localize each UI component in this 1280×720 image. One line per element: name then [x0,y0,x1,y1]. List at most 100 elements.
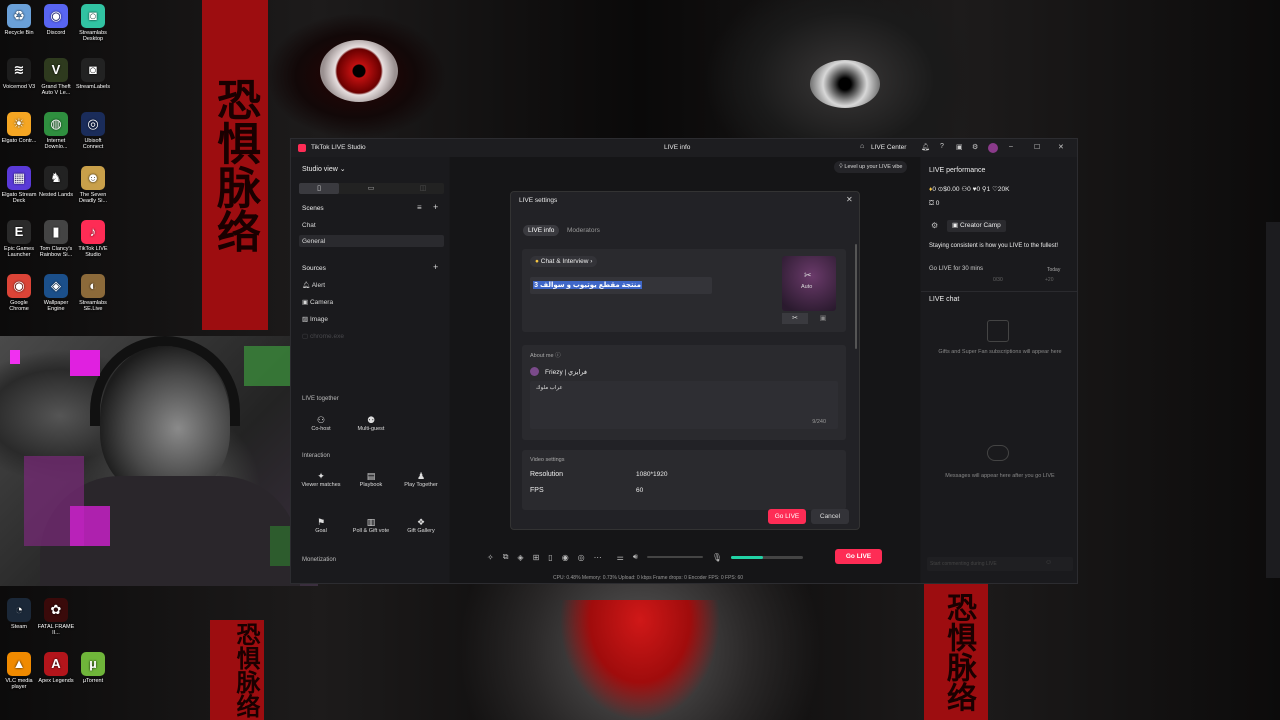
dialog-scrollbar[interactable] [855,244,857,349]
desktop-icon[interactable]: E Epic Games Launcher [0,220,38,259]
scene-item-general[interactable]: General [302,238,325,245]
level-up-chip[interactable]: 💡︎ Level up your LIVE vibe [834,161,908,173]
desktop-icon[interactable]: A Apex Legends [37,652,75,684]
source-item-chrome[interactable]: ▢ chrome.exe [302,332,344,340]
speaker-icon[interactable]: 🔊︎ [633,552,638,562]
add-media-icon[interactable]: ⊞ [533,553,540,562]
add-scene-icon[interactable]: + [433,202,438,212]
cover-edit-button[interactable]: ✂ [782,313,808,324]
add-source-icon[interactable]: + [433,262,438,272]
phone-icon[interactable]: ▯ [548,553,552,562]
portrait-view-button[interactable]: ▯ [299,183,339,194]
microphone-icon[interactable]: 🎙︎ [712,553,722,562]
enhance-icon[interactable]: ◈ [517,553,523,562]
desktop-icon[interactable]: ♪ TikTok LIVE Studio [74,220,112,259]
source-item-alert[interactable]: 🔔︎ Alert [302,281,325,289]
play-together-button[interactable]: ♟ Play Together [401,471,441,488]
desktop-icon[interactable]: ◈ Wallpaper Engine [37,274,75,313]
camera-toggle-icon[interactable]: ◎ [578,553,585,562]
gift-gallery-button[interactable]: ❖ Gift Gallery [401,517,441,534]
resolution-value[interactable]: 1080*1920 [636,471,667,478]
viewers-value: 0 [967,186,971,193]
scenes-list-icon[interactable]: ≡ [417,203,422,212]
help-icon[interactable]: ? [940,143,944,150]
title-bar[interactable]: TikTok LIVE Studio LIVE info ⌂ LIVE Cent… [291,139,1077,157]
stream-deck-icon: ▦ [7,166,31,190]
tab-live-info[interactable]: LIVE info [523,225,560,236]
cover-image-button[interactable]: ▣ [810,313,836,324]
viewer-matches-button[interactable]: ✦ Viewer matches [301,471,341,488]
magic-wand-icon[interactable]: ✧ [487,553,494,562]
dual-view-button[interactable]: ◫ [403,183,443,194]
live-performance-title: LIVE performance [929,167,986,174]
live-center-icon[interactable]: ⌂ [860,143,864,150]
studio-view-dropdown[interactable]: Studio view ⌄ [302,165,346,173]
playbook-button[interactable]: ▤ Playbook [351,471,391,488]
notification-bell-icon[interactable]: 🔔︎ [921,143,930,151]
desktop-icon[interactable]: µ µTorrent [74,652,112,684]
desktop-icon[interactable]: ◔ Steam [0,598,38,630]
main-go-live-button[interactable]: Go LIVE [835,549,882,564]
poll-gift-vote-button[interactable]: ▥ Poll & Gift vote [351,517,391,534]
mic-level-meter[interactable] [731,555,804,559]
cover-image[interactable]: ✂ Auto [782,256,836,311]
desktop-icon[interactable]: ▮ Tom Clancy's Rainbow Si... [37,220,75,259]
title-input[interactable]: منتجة مقطع يوتيوب و سوالف 3 [530,277,712,294]
tab-moderators[interactable]: Moderators [567,225,600,236]
emoji-icon[interactable]: ☺ [1045,559,1052,566]
gift-icon[interactable]: ▣ [956,143,963,151]
source-item-image[interactable]: ▨ Image [302,315,328,323]
more-options-icon[interactable]: ⋯ [594,553,602,562]
live-center-link[interactable]: LIVE Center [871,144,906,151]
desktop-icon-label: The Seven Deadly Si... [78,192,108,205]
avatar[interactable] [988,143,998,153]
effects-icon[interactable]: ⧉ [503,552,509,562]
audio-mixer-icon[interactable]: ⚌ [617,553,624,562]
maximize-icon[interactable]: ☐ [1034,143,1040,151]
desktop-icon[interactable]: ≋ Voicemod V3 [0,58,38,90]
chat-input[interactable]: Start commenting during LIVE ☺ [927,557,1073,571]
desktop-icon[interactable]: V Grand Theft Auto V Le... [37,58,75,97]
desktop-icon[interactable]: ◉ Google Chrome [0,274,38,313]
webcam-glitch-1 [70,350,100,376]
scene-item-chat[interactable]: Chat [302,222,316,229]
dialog-cancel-button[interactable]: Cancel [811,509,849,524]
desktop-icon[interactable]: ◐ Streamlabs SE.Live [74,274,112,313]
desktop-icon[interactable]: ◉ Discord [37,4,75,36]
tiktok-live-studio-icon: ♪ [81,220,105,244]
desktop-icon[interactable]: ◎ Ubisoft Connect [74,112,112,151]
desktop-icon[interactable]: ☻ The Seven Deadly Si... [74,166,112,205]
desktop-icon[interactable]: ✿ FATAL FRAME II... [37,598,75,637]
minimize-icon[interactable]: – [1009,143,1013,150]
creator-tools-icon[interactable]: ⚙ [931,221,938,230]
desktop-icon-label: VLC media player [5,678,33,691]
desktop-icon[interactable]: ▲ VLC media player [0,652,38,691]
settings-gear-icon[interactable]: ⚙ [972,143,978,151]
speaker-volume-slider[interactable] [646,556,703,558]
desktop-icon[interactable]: ♞ Nested Lands [37,166,75,198]
desktop-icon[interactable]: ◙ Streamlabs Desktop [74,4,112,43]
dialog-go-live-button[interactable]: Go LIVE [768,509,806,524]
about-input[interactable]: عراب ملوك 9/240 [530,381,838,429]
interaction-header: Interaction [302,453,331,459]
record-icon[interactable]: ◉ [562,553,569,562]
fps-value[interactable]: 60 [636,487,643,494]
desktop-icon[interactable]: ▦ Elgato Stream Deck [0,166,38,205]
about-label: About me ⓘ [530,351,561,359]
co-host-button[interactable]: ⚇ Co-host [301,415,341,432]
landscape-view-button[interactable]: ▭ [351,183,391,194]
chevron-down-icon: ⌄ [339,166,346,173]
webcam-overlay [0,336,318,586]
close-window-icon[interactable]: ✕ [1058,143,1064,151]
dialog-close-icon[interactable]: ✕ [846,195,853,204]
topic-chip[interactable]: ● Chat & Interview › [530,256,598,267]
desktop-icon[interactable]: ☀ Elgato Contr... [0,112,38,144]
desktop-icon[interactable]: ◙ StreamLabels [74,58,112,90]
desktop-icon-label: Grand Theft Auto V Le... [41,84,71,97]
desktop-icon[interactable]: ◍ Internet Downlo... [37,112,75,151]
goal-button[interactable]: ⚑ Goal [301,517,341,534]
source-item-camera[interactable]: ▣ Camera [302,298,333,306]
creator-camp-chip[interactable]: ▣ Creator Camp [947,220,1006,232]
desktop-icon[interactable]: ♻ Recycle Bin [0,4,38,36]
multi-guest-button[interactable]: ⚉ Multi-guest [351,415,391,432]
